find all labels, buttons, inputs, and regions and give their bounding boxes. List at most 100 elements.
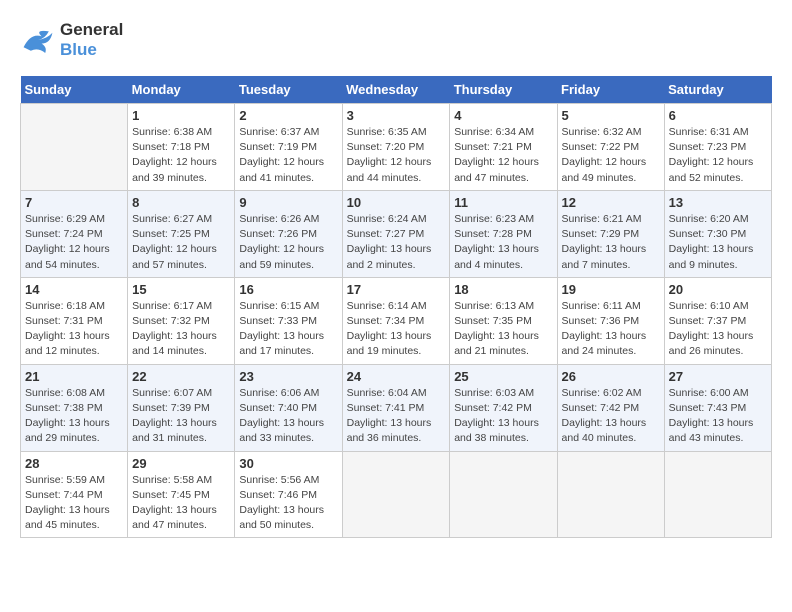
day-number: 21 — [25, 369, 123, 384]
day-cell: 18 Sunrise: 6:13 AM Sunset: 7:35 PM Dayl… — [450, 277, 557, 364]
day-number: 19 — [562, 282, 660, 297]
day-cell: 15 Sunrise: 6:17 AM Sunset: 7:32 PM Dayl… — [128, 277, 235, 364]
day-info: Sunrise: 6:35 AM Sunset: 7:20 PM Dayligh… — [347, 125, 446, 186]
day-number: 24 — [347, 369, 446, 384]
day-info: Sunrise: 6:31 AM Sunset: 7:23 PM Dayligh… — [669, 125, 767, 186]
day-cell: 8 Sunrise: 6:27 AM Sunset: 7:25 PM Dayli… — [128, 190, 235, 277]
day-info: Sunrise: 6:08 AM Sunset: 7:38 PM Dayligh… — [25, 386, 123, 447]
day-number: 27 — [669, 369, 767, 384]
day-cell: 24 Sunrise: 6:04 AM Sunset: 7:41 PM Dayl… — [342, 364, 450, 451]
day-cell: 2 Sunrise: 6:37 AM Sunset: 7:19 PM Dayli… — [235, 104, 342, 191]
week-row-3: 21 Sunrise: 6:08 AM Sunset: 7:38 PM Dayl… — [21, 364, 772, 451]
week-row-1: 7 Sunrise: 6:29 AM Sunset: 7:24 PM Dayli… — [21, 190, 772, 277]
day-info: Sunrise: 5:59 AM Sunset: 7:44 PM Dayligh… — [25, 473, 123, 534]
page-header: General Blue — [20, 20, 772, 60]
day-cell: 16 Sunrise: 6:15 AM Sunset: 7:33 PM Dayl… — [235, 277, 342, 364]
col-header-saturday: Saturday — [664, 76, 771, 104]
day-cell: 26 Sunrise: 6:02 AM Sunset: 7:42 PM Dayl… — [557, 364, 664, 451]
day-info: Sunrise: 6:32 AM Sunset: 7:22 PM Dayligh… — [562, 125, 660, 186]
day-number: 17 — [347, 282, 446, 297]
day-info: Sunrise: 6:20 AM Sunset: 7:30 PM Dayligh… — [669, 212, 767, 273]
day-number: 11 — [454, 195, 552, 210]
col-header-thursday: Thursday — [450, 76, 557, 104]
day-info: Sunrise: 6:27 AM Sunset: 7:25 PM Dayligh… — [132, 212, 230, 273]
day-info: Sunrise: 6:18 AM Sunset: 7:31 PM Dayligh… — [25, 299, 123, 360]
col-header-friday: Friday — [557, 76, 664, 104]
day-number: 22 — [132, 369, 230, 384]
day-number: 4 — [454, 108, 552, 123]
day-cell — [664, 451, 771, 538]
day-info: Sunrise: 6:38 AM Sunset: 7:18 PM Dayligh… — [132, 125, 230, 186]
day-info: Sunrise: 6:06 AM Sunset: 7:40 PM Dayligh… — [239, 386, 337, 447]
day-number: 14 — [25, 282, 123, 297]
logo-text: General Blue — [60, 20, 123, 60]
day-number: 10 — [347, 195, 446, 210]
day-number: 6 — [669, 108, 767, 123]
day-info: Sunrise: 6:00 AM Sunset: 7:43 PM Dayligh… — [669, 386, 767, 447]
week-row-0: 1 Sunrise: 6:38 AM Sunset: 7:18 PM Dayli… — [21, 104, 772, 191]
day-number: 29 — [132, 456, 230, 471]
day-number: 2 — [239, 108, 337, 123]
day-cell — [21, 104, 128, 191]
day-number: 8 — [132, 195, 230, 210]
day-cell: 20 Sunrise: 6:10 AM Sunset: 7:37 PM Dayl… — [664, 277, 771, 364]
day-number: 12 — [562, 195, 660, 210]
day-info: Sunrise: 6:02 AM Sunset: 7:42 PM Dayligh… — [562, 386, 660, 447]
day-number: 15 — [132, 282, 230, 297]
day-cell: 7 Sunrise: 6:29 AM Sunset: 7:24 PM Dayli… — [21, 190, 128, 277]
day-info: Sunrise: 6:17 AM Sunset: 7:32 PM Dayligh… — [132, 299, 230, 360]
day-info: Sunrise: 6:15 AM Sunset: 7:33 PM Dayligh… — [239, 299, 337, 360]
day-number: 16 — [239, 282, 337, 297]
day-number: 30 — [239, 456, 337, 471]
day-info: Sunrise: 6:23 AM Sunset: 7:28 PM Dayligh… — [454, 212, 552, 273]
col-header-wednesday: Wednesday — [342, 76, 450, 104]
day-number: 18 — [454, 282, 552, 297]
day-info: Sunrise: 6:03 AM Sunset: 7:42 PM Dayligh… — [454, 386, 552, 447]
day-number: 13 — [669, 195, 767, 210]
day-cell: 29 Sunrise: 5:58 AM Sunset: 7:45 PM Dayl… — [128, 451, 235, 538]
header-row: SundayMondayTuesdayWednesdayThursdayFrid… — [21, 76, 772, 104]
col-header-monday: Monday — [128, 76, 235, 104]
day-cell: 10 Sunrise: 6:24 AM Sunset: 7:27 PM Dayl… — [342, 190, 450, 277]
day-cell: 27 Sunrise: 6:00 AM Sunset: 7:43 PM Dayl… — [664, 364, 771, 451]
logo: General Blue — [20, 20, 123, 60]
day-number: 25 — [454, 369, 552, 384]
day-info: Sunrise: 6:04 AM Sunset: 7:41 PM Dayligh… — [347, 386, 446, 447]
calendar-table: SundayMondayTuesdayWednesdayThursdayFrid… — [20, 76, 772, 538]
day-number: 20 — [669, 282, 767, 297]
day-cell: 19 Sunrise: 6:11 AM Sunset: 7:36 PM Dayl… — [557, 277, 664, 364]
day-cell — [450, 451, 557, 538]
day-cell: 3 Sunrise: 6:35 AM Sunset: 7:20 PM Dayli… — [342, 104, 450, 191]
day-cell: 13 Sunrise: 6:20 AM Sunset: 7:30 PM Dayl… — [664, 190, 771, 277]
day-cell: 30 Sunrise: 5:56 AM Sunset: 7:46 PM Dayl… — [235, 451, 342, 538]
day-info: Sunrise: 6:11 AM Sunset: 7:36 PM Dayligh… — [562, 299, 660, 360]
day-cell: 23 Sunrise: 6:06 AM Sunset: 7:40 PM Dayl… — [235, 364, 342, 451]
day-info: Sunrise: 6:10 AM Sunset: 7:37 PM Dayligh… — [669, 299, 767, 360]
day-info: Sunrise: 6:14 AM Sunset: 7:34 PM Dayligh… — [347, 299, 446, 360]
col-header-tuesday: Tuesday — [235, 76, 342, 104]
day-cell: 14 Sunrise: 6:18 AM Sunset: 7:31 PM Dayl… — [21, 277, 128, 364]
day-info: Sunrise: 5:56 AM Sunset: 7:46 PM Dayligh… — [239, 473, 337, 534]
day-cell: 5 Sunrise: 6:32 AM Sunset: 7:22 PM Dayli… — [557, 104, 664, 191]
day-number: 7 — [25, 195, 123, 210]
day-info: Sunrise: 6:24 AM Sunset: 7:27 PM Dayligh… — [347, 212, 446, 273]
day-number: 1 — [132, 108, 230, 123]
day-info: Sunrise: 6:26 AM Sunset: 7:26 PM Dayligh… — [239, 212, 337, 273]
day-info: Sunrise: 5:58 AM Sunset: 7:45 PM Dayligh… — [132, 473, 230, 534]
day-cell: 22 Sunrise: 6:07 AM Sunset: 7:39 PM Dayl… — [128, 364, 235, 451]
day-cell: 11 Sunrise: 6:23 AM Sunset: 7:28 PM Dayl… — [450, 190, 557, 277]
day-cell — [557, 451, 664, 538]
day-info: Sunrise: 6:37 AM Sunset: 7:19 PM Dayligh… — [239, 125, 337, 186]
day-info: Sunrise: 6:07 AM Sunset: 7:39 PM Dayligh… — [132, 386, 230, 447]
day-info: Sunrise: 6:13 AM Sunset: 7:35 PM Dayligh… — [454, 299, 552, 360]
day-cell: 12 Sunrise: 6:21 AM Sunset: 7:29 PM Dayl… — [557, 190, 664, 277]
day-cell — [342, 451, 450, 538]
day-cell: 28 Sunrise: 5:59 AM Sunset: 7:44 PM Dayl… — [21, 451, 128, 538]
day-cell: 1 Sunrise: 6:38 AM Sunset: 7:18 PM Dayli… — [128, 104, 235, 191]
day-info: Sunrise: 6:29 AM Sunset: 7:24 PM Dayligh… — [25, 212, 123, 273]
day-cell: 9 Sunrise: 6:26 AM Sunset: 7:26 PM Dayli… — [235, 190, 342, 277]
day-number: 5 — [562, 108, 660, 123]
day-number: 26 — [562, 369, 660, 384]
day-cell: 6 Sunrise: 6:31 AM Sunset: 7:23 PM Dayli… — [664, 104, 771, 191]
logo-icon — [20, 25, 56, 55]
